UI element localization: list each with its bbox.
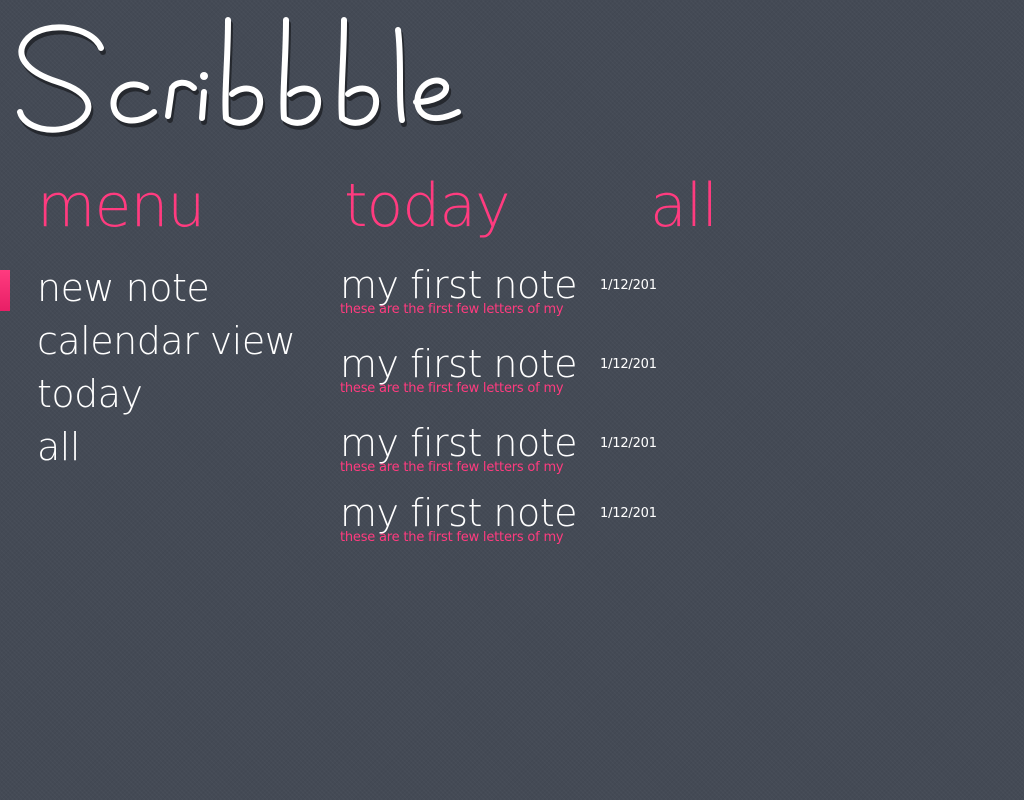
note-item[interactable]: my first note these are the first few le…: [340, 341, 700, 411]
note-preview: these are the first few letters of my: [340, 302, 564, 317]
all-heading[interactable]: all: [650, 170, 718, 242]
note-date: 1/12/201: [600, 357, 657, 372]
selection-indicator: [0, 270, 10, 311]
today-heading[interactable]: today: [344, 170, 511, 242]
logo-script-graphic: [17, 17, 463, 137]
note-date: 1/12/201: [600, 506, 657, 521]
menu-item-today[interactable]: today: [37, 368, 295, 421]
note-preview: these are the first few letters of my: [340, 530, 564, 545]
note-date: 1/12/201: [600, 278, 657, 293]
menu-list: new note calendar view today all: [37, 262, 296, 474]
menu-heading: menu: [37, 171, 205, 241]
app-logo: [6, 0, 476, 145]
note-item[interactable]: my first note these are the first few le…: [340, 420, 700, 490]
note-date: 1/12/201: [600, 436, 657, 451]
note-preview: these are the first few letters of my: [340, 381, 564, 396]
menu-item-all[interactable]: all: [37, 421, 295, 474]
menu-item-calendar-view[interactable]: calendar view: [37, 315, 296, 368]
note-preview: these are the first few letters of my: [340, 460, 564, 475]
menu-item-new-note[interactable]: new note: [37, 262, 295, 315]
note-item[interactable]: my first note these are the first few le…: [340, 490, 700, 560]
note-item[interactable]: my first note these are the first few le…: [340, 262, 700, 332]
